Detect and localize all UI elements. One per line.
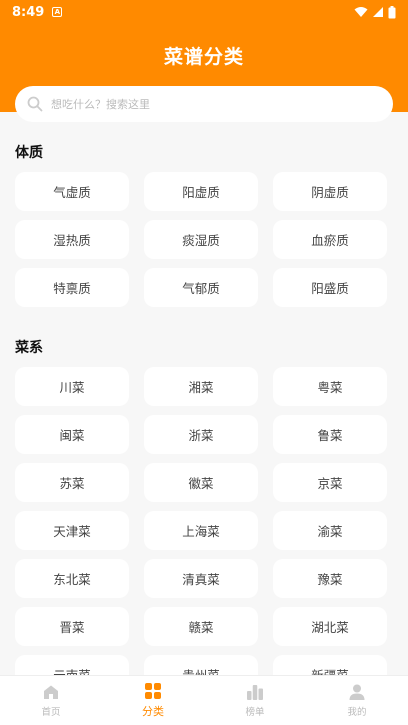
status-time: 8:49 [12, 4, 45, 20]
ranking-icon [247, 685, 263, 700]
category-chip[interactable]: 气虚质 [15, 172, 129, 211]
user-icon [349, 684, 365, 700]
category-chip[interactable]: 清真菜 [144, 559, 258, 598]
section-title-cuisine: 菜系 [15, 340, 43, 356]
category-chip[interactable]: 阴虚质 [273, 172, 387, 211]
category-chip[interactable]: 阳虚质 [144, 172, 258, 211]
category-chip[interactable]: 云南菜 [15, 655, 129, 675]
category-chip[interactable]: 气郁质 [144, 268, 258, 307]
category-chip[interactable]: 新疆菜 [273, 655, 387, 675]
tab-category-label: 分类 [142, 705, 164, 718]
category-chip[interactable]: 晋菜 [15, 607, 129, 646]
category-chip[interactable]: 血瘀质 [273, 220, 387, 259]
category-chip[interactable]: 浙菜 [144, 415, 258, 454]
cuisine-grid: 川菜 湘菜 粤菜闽菜 浙菜 鲁菜苏菜 徽菜 京菜天津菜 上海菜 渝菜东北菜 清真菜 豫菜晋菜 赣菜 湖北… [15, 367, 387, 675]
category-chip[interactable]: 豫菜 [273, 559, 387, 598]
tab-ranking-label: 榜单 [245, 707, 265, 718]
battery-icon [388, 5, 396, 18]
category-chip[interactable]: 贵州菜 [144, 655, 258, 675]
tab-category[interactable]: 分类 [102, 676, 204, 725]
search-icon [27, 96, 43, 112]
status-indicators [354, 5, 396, 19]
tab-home[interactable]: 首页 [0, 676, 102, 725]
search-bar[interactable] [15, 86, 393, 122]
grid-icon [145, 683, 161, 699]
category-chip[interactable]: 阳盛质 [273, 268, 387, 307]
tab-profile[interactable]: 我的 [306, 676, 408, 725]
category-chip[interactable]: 川菜 [15, 367, 129, 406]
page-title: 菜谱分类 [163, 46, 244, 68]
status-bar: 8:49 A [0, 0, 408, 24]
category-chip[interactable]: 赣菜 [144, 607, 258, 646]
search-input[interactable] [51, 97, 351, 111]
category-content[interactable]: 体质 气虚质 阳虚质 阴虚质湿热质 痰湿质 血瘀质特禀质 气郁质 阳盛质 菜系 川菜 湘菜 粤菜… [0, 112, 408, 675]
tab-ranking[interactable]: 榜单 [204, 676, 306, 725]
tab-profile-label: 我的 [347, 707, 367, 718]
signal-icon [373, 7, 383, 17]
wifi-icon [354, 7, 368, 17]
notification-icon: A [52, 7, 63, 17]
category-chip[interactable]: 徽菜 [144, 463, 258, 502]
category-chip[interactable]: 东北菜 [15, 559, 129, 598]
category-chip[interactable]: 渝菜 [273, 511, 387, 550]
category-chip[interactable]: 湖北菜 [273, 607, 387, 646]
category-chip[interactable]: 粤菜 [273, 367, 387, 406]
bottom-tab-bar: 首页 分类 榜单 我的 [0, 675, 408, 725]
category-chip[interactable]: 闽菜 [15, 415, 129, 454]
constitution-grid: 气虚质 阳虚质 阴虚质湿热质 痰湿质 血瘀质特禀质 气郁质 阳盛质 [15, 172, 387, 307]
category-chip[interactable]: 上海菜 [144, 511, 258, 550]
category-chip[interactable]: 湿热质 [15, 220, 129, 259]
tab-home-label: 首页 [41, 707, 61, 718]
category-chip[interactable]: 痰湿质 [144, 220, 258, 259]
category-chip[interactable]: 天津菜 [15, 511, 129, 550]
category-chip[interactable]: 特禀质 [15, 268, 129, 307]
section-title-constitution: 体质 [15, 145, 43, 161]
category-chip[interactable]: 鲁菜 [273, 415, 387, 454]
category-chip[interactable]: 京菜 [273, 463, 387, 502]
category-chip[interactable]: 湘菜 [144, 367, 258, 406]
category-chip[interactable]: 苏菜 [15, 463, 129, 502]
home-icon [44, 685, 58, 699]
